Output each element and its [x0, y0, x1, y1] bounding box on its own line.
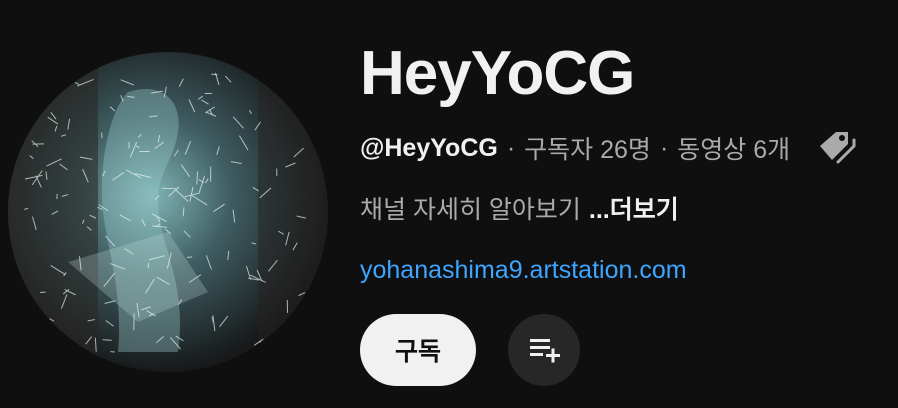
description-text: 채널 자세히 알아보기	[360, 196, 581, 224]
playlist-add-button[interactable]	[508, 314, 580, 386]
avatar-image	[8, 52, 328, 372]
channel-external-link[interactable]: yohanashima9.artstation.com	[360, 256, 687, 284]
subscriber-count: 구독자 26명	[524, 136, 651, 164]
channel-link-row: yohanashima9.artstation.com	[360, 250, 687, 290]
playlist-add-icon	[524, 329, 564, 372]
channel-handle: @HeyYoCG	[360, 133, 498, 162]
video-count: 동영상 6개	[677, 136, 791, 164]
channel-header: HeyYoCG @HeyYoCG · 구독자 26명 · 동영상 6개 채널 자…	[0, 0, 898, 408]
channel-description[interactable]: 채널 자세히 알아보기 ...더보기	[360, 190, 679, 230]
tag-icon[interactable]	[814, 128, 856, 168]
channel-meta: @HeyYoCG · 구독자 26명 · 동영상 6개	[360, 128, 856, 168]
subscribe-button[interactable]: 구독	[360, 314, 476, 386]
more-link[interactable]: ...더보기	[589, 196, 679, 224]
channel-name: HeyYoCG	[360, 39, 635, 108]
channel-actions: 구독	[360, 314, 580, 386]
meta-separator: ·	[506, 133, 516, 162]
channel-avatar[interactable]	[8, 52, 328, 372]
meta-separator: ·	[659, 133, 669, 162]
